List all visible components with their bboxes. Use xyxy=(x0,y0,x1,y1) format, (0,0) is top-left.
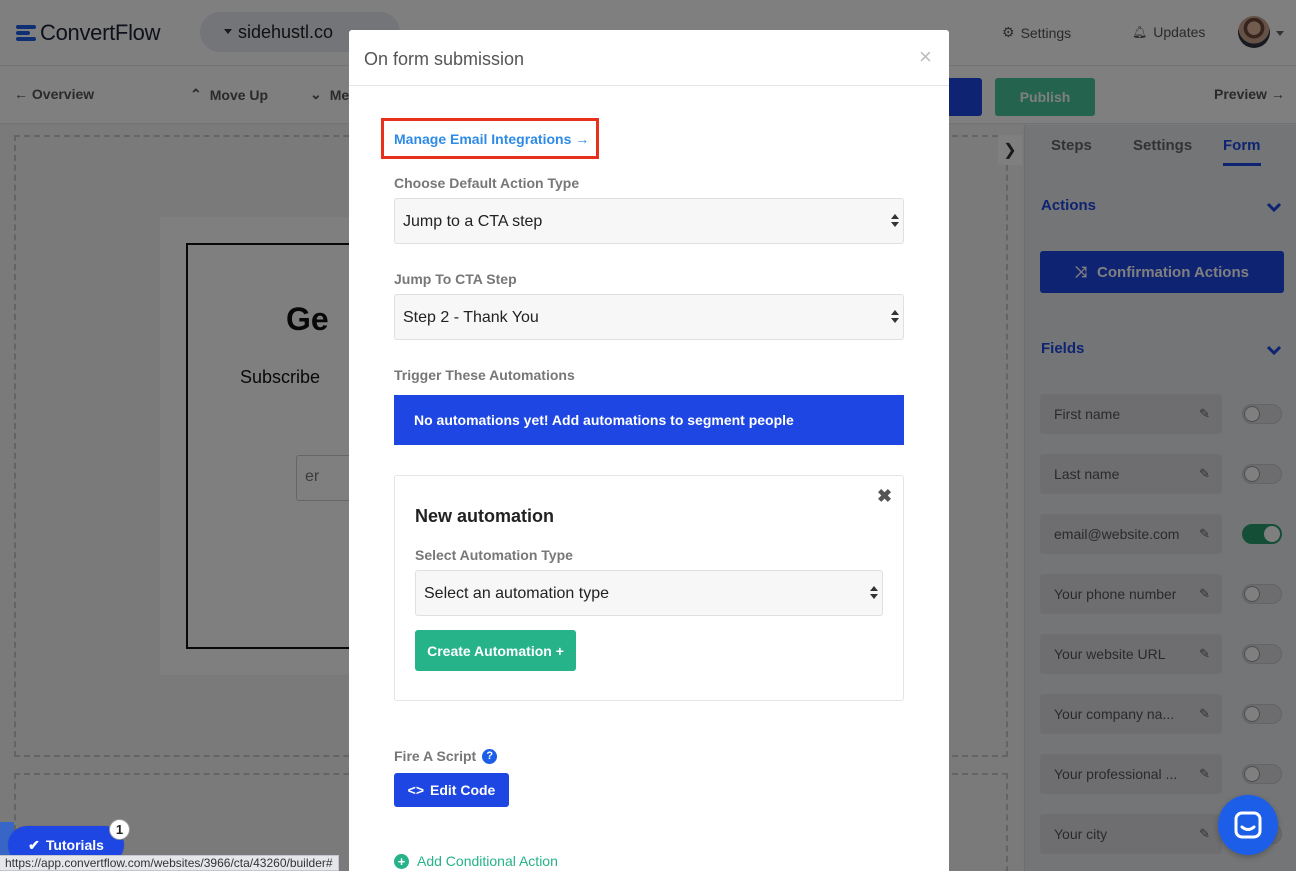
code-icon: <> xyxy=(407,782,424,798)
chat-launcher[interactable] xyxy=(1218,795,1278,855)
modal-header: On form submission × xyxy=(349,30,949,86)
default-action-value: Jump to a CTA step xyxy=(403,213,543,230)
default-action-select[interactable]: Jump to a CTA step xyxy=(394,198,904,244)
plus-circle-icon: + xyxy=(394,853,409,869)
add-conditional-action-link[interactable]: + Add Conditional Action xyxy=(394,853,558,869)
fire-script-text: Fire A Script xyxy=(394,748,477,764)
help-icon[interactable]: ? xyxy=(482,748,498,764)
new-automation-title: New automation xyxy=(415,506,555,526)
automation-type-label: Select Automation Type xyxy=(415,547,573,563)
default-action-label: Choose Default Action Type xyxy=(394,175,580,191)
status-bar-url: https://app.convertflow.com/websites/396… xyxy=(0,855,339,871)
jump-step-select[interactable]: Step 2 - Thank You xyxy=(394,294,904,340)
create-automation-button[interactable]: Create Automation + xyxy=(415,630,576,671)
automation-type-select[interactable]: Select an automation type xyxy=(415,570,883,616)
select-arrows-icon xyxy=(891,213,899,229)
automation-type-value: Select an automation type xyxy=(424,585,610,602)
check-icon: ✔ xyxy=(28,836,40,853)
add-conditional-label: Add Conditional Action xyxy=(417,853,558,869)
close-icon[interactable]: × xyxy=(919,44,932,70)
close-icon[interactable]: ✖ xyxy=(877,486,892,507)
fire-script-label: Fire A Script ? xyxy=(394,748,498,764)
form-submission-modal: On form submission × Manage Email Integr… xyxy=(349,30,949,871)
edit-code-label: Edit Code xyxy=(430,782,496,798)
jump-step-value: Step 2 - Thank You xyxy=(403,309,539,326)
chat-icon xyxy=(1234,811,1262,839)
tutorials-badge: 1 xyxy=(109,819,130,840)
edit-code-button[interactable]: <> Edit Code xyxy=(394,773,509,807)
modal-title: On form submission xyxy=(364,49,525,69)
no-automations-banner: No automations yet! Add automations to s… xyxy=(394,395,904,445)
select-arrows-icon xyxy=(870,585,878,601)
select-arrows-icon xyxy=(891,309,899,325)
tutorials-label: Tutorials xyxy=(45,837,104,853)
manage-email-integrations-link[interactable]: Manage Email Integrations → xyxy=(394,131,589,147)
jump-step-label: Jump To CTA Step xyxy=(394,271,517,287)
trigger-automations-label: Trigger These Automations xyxy=(394,367,575,383)
